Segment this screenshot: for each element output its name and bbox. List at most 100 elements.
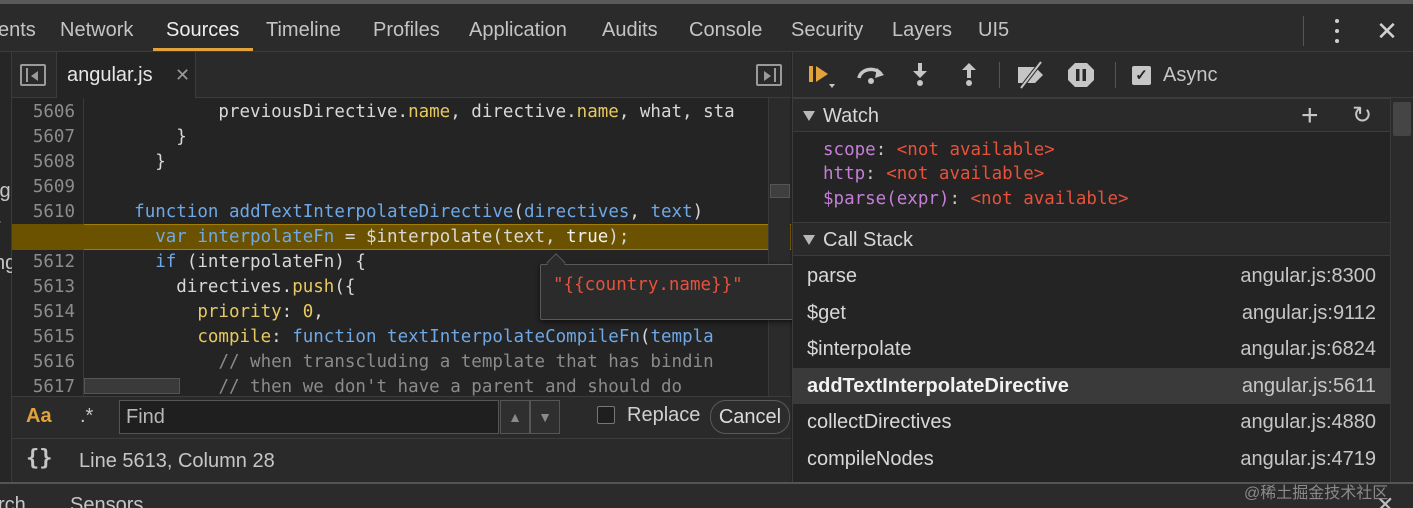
code-editor[interactable]: 5606560756085609561056115612561356145615… xyxy=(12,98,791,396)
editor-vertical-scrollbar[interactable] xyxy=(768,98,790,396)
toggle-debugger-icon[interactable] xyxy=(756,64,782,86)
tab-ui5[interactable]: UI5 xyxy=(978,8,1009,52)
tab-application[interactable]: Application xyxy=(469,8,567,52)
replace-label: Replace xyxy=(627,404,701,426)
watch-item[interactable]: scope: <not available> xyxy=(823,140,1055,160)
toolbar-divider xyxy=(999,62,1000,88)
line-number[interactable]: 5606 xyxy=(33,100,75,125)
watch-expression: http xyxy=(823,164,866,184)
find-previous-button[interactable]: ▲ xyxy=(500,400,530,434)
code-line: previousDirective.name, directive.name, … xyxy=(92,102,735,122)
regex-button[interactable]: .* xyxy=(80,405,93,428)
editor-status-bar: {} Line 5613, Column 28 xyxy=(12,438,791,482)
deactivate-breakpoints-icon[interactable] xyxy=(1015,60,1047,90)
watch-section-header[interactable]: Watch + ↻ xyxy=(793,98,1390,132)
async-checkbox[interactable]: ✓ xyxy=(1132,66,1151,85)
file-tab-angular[interactable]: angular.js ✕ xyxy=(56,52,196,98)
tab-elements[interactable]: ents xyxy=(0,8,36,52)
call-frame[interactable]: parse angular.js:8300 xyxy=(793,258,1390,294)
find-next-button[interactable]: ▼ xyxy=(530,400,560,434)
find-input[interactable] xyxy=(119,400,499,434)
refresh-watch-icon[interactable]: ↻ xyxy=(1352,99,1372,133)
line-number[interactable]: 5608 xyxy=(33,150,75,175)
frame-location[interactable]: angular.js:4880 xyxy=(1240,411,1376,434)
bottom-drawer: rch Sensors ✕ xyxy=(0,482,1413,508)
frame-function: compileNodes xyxy=(807,448,934,470)
tab-network[interactable]: Network xyxy=(60,8,133,52)
code-line: compile: function textInterpolateCompile… xyxy=(197,327,714,347)
frame-location[interactable]: angular.js:8300 xyxy=(1240,265,1376,288)
expand-arrow-icon xyxy=(803,111,815,121)
navigator-fragment: r xyxy=(0,215,1,238)
match-case-button[interactable]: Aa xyxy=(26,405,52,428)
frame-function: collectDirectives xyxy=(807,411,952,433)
line-number[interactable]: 5607 xyxy=(33,125,75,150)
toolbar-divider xyxy=(1303,16,1304,46)
tab-timeline[interactable]: Timeline xyxy=(266,8,341,52)
line-number[interactable]: 5617 xyxy=(33,375,75,396)
tab-sources[interactable]: Sources xyxy=(166,8,239,52)
code-line: directives.push({ xyxy=(92,277,356,297)
watch-value: <not available> xyxy=(886,164,1045,184)
code-line: priority: 0, xyxy=(197,302,324,322)
cancel-button[interactable]: Cancel xyxy=(710,400,790,434)
close-tab-icon[interactable]: ✕ xyxy=(175,52,190,98)
watch-item[interactable]: http: <not available> xyxy=(823,164,1044,184)
add-watch-icon[interactable]: + xyxy=(1301,99,1319,133)
find-bar: Aa .* ▲ ▼ Replace Cancel xyxy=(12,396,791,438)
drawer-tab-sensors[interactable]: Sensors xyxy=(70,494,143,508)
execution-line-gutter xyxy=(12,224,84,250)
sidebar-scrollbar[interactable] xyxy=(1390,98,1413,482)
line-number[interactable]: 5613 xyxy=(33,275,75,300)
pretty-print-icon[interactable]: {} xyxy=(26,446,53,471)
drawer-tab-search[interactable]: rch xyxy=(0,494,26,508)
tab-layers[interactable]: Layers xyxy=(892,8,952,52)
call-frame[interactable]: compileNodes angular.js:4719 xyxy=(793,441,1390,477)
cursor-position: Line 5613, Column 28 xyxy=(79,450,275,472)
line-number[interactable]: 5612 xyxy=(33,250,75,275)
toolbar-divider xyxy=(1115,62,1116,88)
watch-item[interactable]: $parse(expr): <not available> xyxy=(823,189,1129,209)
frame-function: $interpolate xyxy=(807,338,912,360)
close-devtools-icon[interactable]: ✕ xyxy=(1372,14,1402,48)
call-frame-selected[interactable]: addTextInterpolateDirective angular.js:56… xyxy=(793,368,1390,404)
frame-location[interactable]: angular.js:9112 xyxy=(1242,302,1376,325)
tab-audits[interactable]: Audits xyxy=(602,8,658,52)
line-number[interactable]: 5616 xyxy=(33,350,75,375)
code-line: // when transcluding a template that has… xyxy=(218,352,714,372)
async-label: Async xyxy=(1163,64,1218,86)
sidebar-scroll-thumb[interactable] xyxy=(1393,102,1411,136)
frame-function: $get xyxy=(807,302,846,324)
frame-location[interactable]: angular.js:5611 xyxy=(1242,375,1376,398)
step-over-icon[interactable] xyxy=(855,60,887,90)
line-number[interactable]: 5609 xyxy=(33,175,75,200)
watch-value: <not available> xyxy=(970,189,1129,209)
more-options-icon[interactable] xyxy=(1326,14,1348,48)
editor-horizontal-scroll-thumb[interactable] xyxy=(84,378,180,394)
tab-security[interactable]: Security xyxy=(791,8,863,52)
call-frame[interactable]: $get angular.js:9112 xyxy=(793,295,1390,331)
step-out-icon[interactable] xyxy=(953,60,985,90)
code-line: if (interpolateFn) { xyxy=(155,252,366,272)
frame-location[interactable]: angular.js:4719 xyxy=(1240,448,1376,471)
line-number[interactable]: 5615 xyxy=(33,325,75,350)
popover-value: "{{country.name}}" xyxy=(553,275,743,295)
resume-icon[interactable] xyxy=(805,60,837,90)
tab-console[interactable]: Console xyxy=(689,8,762,52)
navigator-pane-edge: fg r ng xyxy=(0,52,16,482)
call-frame[interactable]: $interpolate angular.js:6824 xyxy=(793,331,1390,367)
line-number[interactable]: 5610 xyxy=(33,200,75,225)
toggle-navigator-icon[interactable] xyxy=(20,64,46,86)
line-number[interactable]: 5614 xyxy=(33,300,75,325)
call-stack-section-header[interactable]: Call Stack xyxy=(793,222,1390,256)
step-into-icon[interactable] xyxy=(904,60,936,90)
pause-on-exceptions-icon[interactable] xyxy=(1065,60,1097,90)
watch-expression: $parse(expr) xyxy=(823,189,950,209)
replace-checkbox[interactable] xyxy=(597,406,615,424)
frame-function: parse xyxy=(807,265,858,287)
editor-scroll-thumb[interactable] xyxy=(770,184,790,198)
call-frame[interactable]: collectDirectives angular.js:4880 xyxy=(793,404,1390,440)
tab-profiles[interactable]: Profiles xyxy=(373,8,440,52)
frame-location[interactable]: angular.js:6824 xyxy=(1240,338,1376,361)
expand-arrow-icon xyxy=(803,235,815,245)
